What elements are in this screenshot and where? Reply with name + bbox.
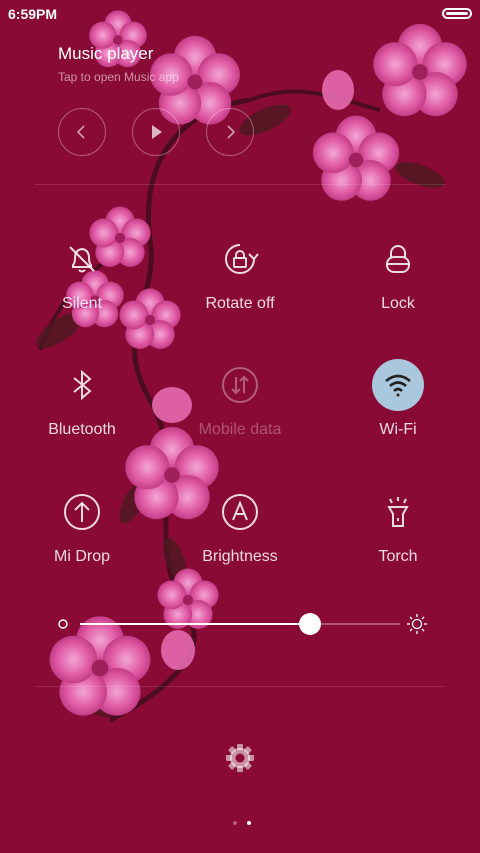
status-time: 6:59PM <box>8 6 58 22</box>
torch-icon <box>372 486 424 538</box>
music-player-title: Music player <box>58 44 154 63</box>
toggle-label: Bluetooth <box>48 421 116 438</box>
toggle-rotate[interactable]: Rotate off <box>160 233 320 313</box>
toggle-label: Lock <box>381 295 415 312</box>
battery-icon <box>442 8 472 19</box>
slider-thumb[interactable] <box>299 613 322 635</box>
brightness-high-icon <box>407 614 427 634</box>
toggle-label: Rotate off <box>205 295 275 312</box>
page-indicator <box>230 812 254 830</box>
toggle-wifi[interactable]: Wi-Fi <box>318 359 478 439</box>
status-bar: 6:59PM <box>0 0 480 28</box>
brightness-slider[interactable] <box>56 612 428 636</box>
toggle-label: Torch <box>378 548 418 565</box>
music-player-header[interactable]: Music player Tap to open Music app <box>58 44 179 84</box>
auto-brightness-icon <box>214 486 266 538</box>
toggle-label: Silent <box>61 295 103 312</box>
toggle-label: Brightness <box>202 548 278 565</box>
mi-drop-icon <box>56 486 108 538</box>
wifi-icon <box>372 359 424 411</box>
toggle-mi-drop[interactable]: Mi Drop <box>2 486 162 566</box>
toggle-lock[interactable]: Lock <box>318 233 478 313</box>
divider <box>34 686 446 687</box>
slider-fill <box>80 623 311 625</box>
toggle-label: Mi Drop <box>53 548 110 565</box>
play-icon <box>152 125 162 139</box>
lock-icon <box>372 233 424 285</box>
toggle-torch[interactable]: Torch <box>318 486 478 566</box>
bluetooth-icon <box>56 359 108 411</box>
toggle-silent[interactable]: Silent <box>2 233 162 313</box>
previous-track-button[interactable] <box>58 108 106 156</box>
toggle-label: Mobile data <box>198 421 282 438</box>
bell-off-icon <box>56 233 108 285</box>
next-track-button[interactable] <box>206 108 254 156</box>
page-dot-active <box>247 821 252 825</box>
chevron-right-icon <box>227 125 236 139</box>
toggle-brightness[interactable]: Brightness <box>160 486 320 566</box>
mobile-data-icon <box>214 359 266 411</box>
rotate-lock-icon <box>214 233 266 285</box>
brightness-low-icon <box>58 619 68 629</box>
play-pause-button[interactable] <box>132 108 180 156</box>
settings-gear-icon[interactable] <box>224 742 256 774</box>
toggle-label: Wi-Fi <box>379 421 417 438</box>
toggle-mobile-data[interactable]: Mobile data <box>160 359 320 439</box>
divider <box>34 184 446 185</box>
toggle-bluetooth[interactable]: Bluetooth <box>2 359 162 439</box>
chevron-left-icon <box>76 125 85 139</box>
page-dot <box>233 821 237 825</box>
music-player-subtitle: Tap to open Music app <box>58 70 179 84</box>
